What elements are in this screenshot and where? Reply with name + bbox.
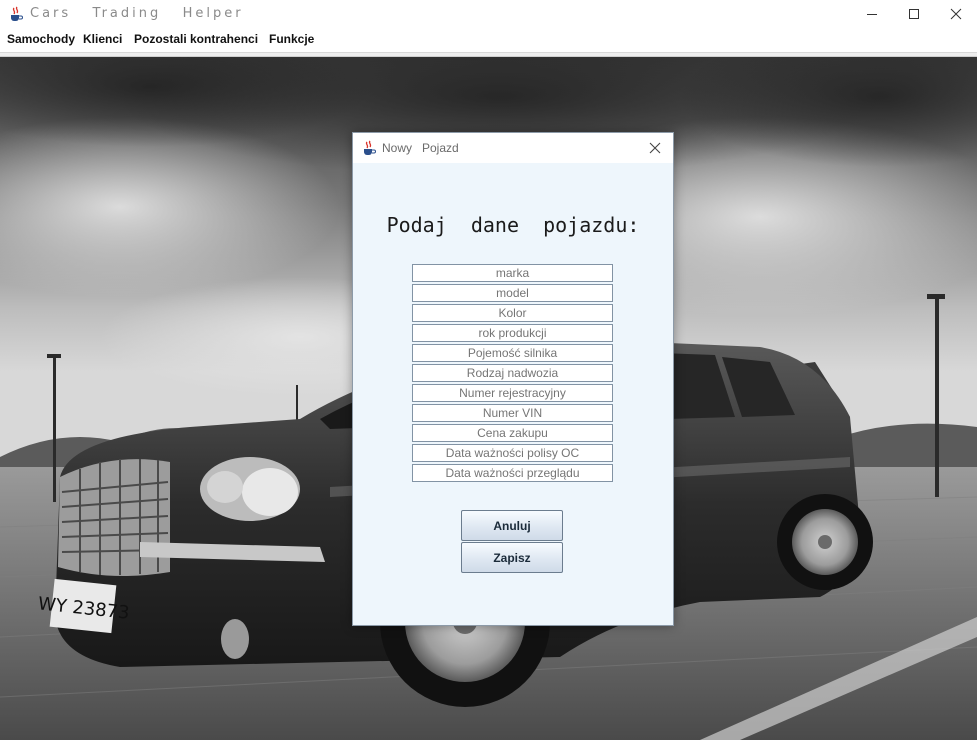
field-model[interactable]: [412, 284, 613, 302]
field-numer-vin[interactable]: [412, 404, 613, 422]
dialog-title: Nowy Pojazd: [382, 141, 459, 155]
window-titlebar: Cars Trading Helper: [0, 0, 977, 28]
dialog-titlebar: Nowy Pojazd: [353, 133, 673, 163]
close-icon: [649, 142, 661, 154]
minimize-button[interactable]: [849, 0, 895, 28]
java-cup-icon: [364, 140, 376, 155]
field-numer-rejestracyjny[interactable]: [412, 384, 613, 402]
field-kolor[interactable]: [412, 304, 613, 322]
dialog-heading: Podaj dane pojazdu:: [386, 213, 640, 237]
java-cup-icon: [8, 6, 24, 22]
minimize-icon: [867, 14, 877, 15]
vehicle-form-fields: [412, 264, 613, 484]
field-pojemnosc-silnika[interactable]: [412, 344, 613, 362]
cancel-button[interactable]: Anuluj: [461, 510, 563, 541]
field-cena-zakupu[interactable]: [412, 424, 613, 442]
window-title: Cars Trading Helper: [30, 6, 244, 21]
field-data-polisy-oc[interactable]: [412, 444, 613, 462]
save-button[interactable]: Zapisz: [461, 542, 563, 573]
field-rok-produkcji[interactable]: [412, 324, 613, 342]
dialog-close-button[interactable]: [645, 138, 665, 158]
maximize-button[interactable]: [891, 0, 937, 28]
new-vehicle-dialog: Nowy Pojazd Podaj dane pojazdu: Anuluj Z…: [352, 132, 674, 626]
menu-pozostali-kontrahenci[interactable]: Pozostali kontrahenci: [134, 32, 258, 46]
field-data-przegladu[interactable]: [412, 464, 613, 482]
menubar: Samochody Klienci Pozostali kontrahenci …: [0, 28, 977, 53]
menu-samochody[interactable]: Samochody: [7, 32, 75, 46]
field-marka[interactable]: [412, 264, 613, 282]
close-icon: [950, 8, 962, 20]
field-rodzaj-nadwozia[interactable]: [412, 364, 613, 382]
maximize-icon: [909, 9, 919, 19]
menu-funkcje[interactable]: Funkcje: [269, 32, 314, 46]
close-button[interactable]: [933, 0, 977, 28]
menu-klienci[interactable]: Klienci: [83, 32, 122, 46]
